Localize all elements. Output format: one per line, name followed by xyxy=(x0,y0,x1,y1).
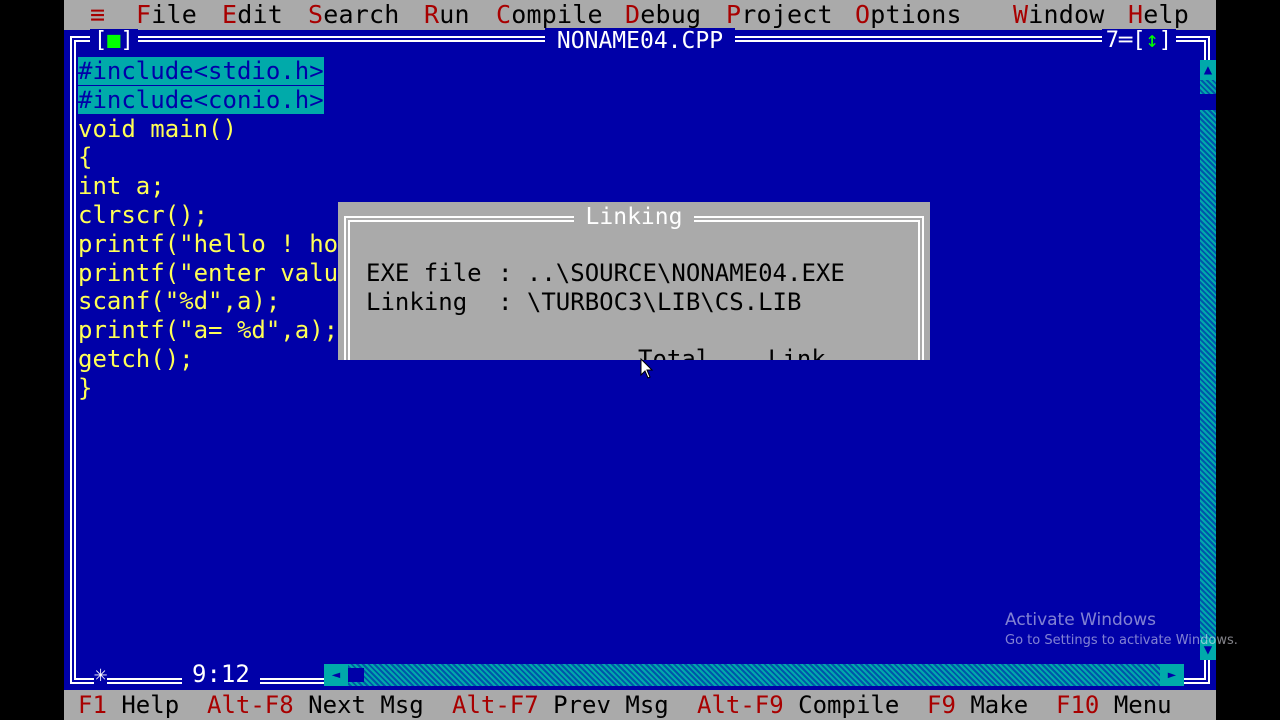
mouse-pointer-icon xyxy=(640,358,654,379)
linking-row: Linking: \TURBOC3\LIB\CS.LIB xyxy=(366,288,802,316)
modified-indicator-icon: ✳ xyxy=(94,662,108,687)
code-line: void main() xyxy=(78,114,237,143)
scroll-up-icon[interactable]: ▲ xyxy=(1200,60,1216,80)
code-line: } xyxy=(78,373,93,402)
menu-edit[interactable]: Edit xyxy=(222,0,283,30)
close-icon[interactable]: [■] xyxy=(90,29,138,53)
horizontal-scrollbar[interactable]: ◄ ► xyxy=(324,664,1184,686)
status-menu[interactable]: F10 Menu xyxy=(1056,690,1172,720)
activation-watermark: Activate Windows Go to Settings to activ… xyxy=(1005,609,1238,651)
menu-help[interactable]: Help xyxy=(1128,0,1189,30)
code-line: #include<conio.h> xyxy=(78,85,324,114)
link-column-header: Link xyxy=(768,345,826,360)
status-bar: F1 Help Alt-F8 Next Msg Alt-F7 Prev Msg … xyxy=(64,690,1216,720)
menu-window[interactable]: Window xyxy=(1013,0,1105,30)
scroll-right-icon[interactable]: ► xyxy=(1160,664,1184,686)
menu-search[interactable]: Search xyxy=(308,0,400,30)
scroll-thumb[interactable] xyxy=(1200,94,1216,110)
linking-dialog: Linking EXE file: ..\SOURCE\NONAME04.EXE… xyxy=(338,202,930,360)
code-line: #include<stdio.h> xyxy=(78,57,324,85)
code-line: int a; xyxy=(78,172,165,201)
code-editor[interactable]: #include<stdio.h> #include<conio.h> void… xyxy=(78,57,338,403)
menu-options[interactable]: Options xyxy=(855,0,962,30)
menu-project[interactable]: Project xyxy=(726,0,833,30)
window-number: 7═[↕] xyxy=(1101,28,1176,53)
code-line: printf("a= %d",a); xyxy=(78,316,339,345)
code-line: printf("enter valu xyxy=(78,258,339,287)
menu-run[interactable]: Run xyxy=(424,0,470,30)
status-next-msg[interactable]: Alt-F8 Next Msg xyxy=(207,690,424,720)
watermark-title: Activate Windows xyxy=(1005,610,1156,630)
status-compile[interactable]: Alt-F9 Compile xyxy=(697,690,899,720)
menu-debug[interactable]: Debug xyxy=(625,0,701,30)
status-help[interactable]: F1 Help xyxy=(78,690,179,720)
code-line: scanf("%d",a); xyxy=(78,287,281,316)
code-line: clrscr(); xyxy=(78,200,209,229)
menu-file[interactable]: File xyxy=(136,0,197,30)
cursor-position: 9:12 xyxy=(182,661,260,687)
scroll-thumb[interactable] xyxy=(348,668,364,682)
menu-compile[interactable]: Compile xyxy=(496,0,603,30)
scroll-left-icon[interactable]: ◄ xyxy=(324,664,348,686)
exe-file-row: EXE file: ..\SOURCE\NONAME04.EXE xyxy=(366,259,845,287)
menu-bar: ≡ File Edit Search Run Compile Debug Pro… xyxy=(64,0,1216,30)
code-line: getch(); xyxy=(78,344,194,373)
code-line: { xyxy=(78,143,93,172)
dialog-title: Linking xyxy=(338,204,930,230)
status-prev-msg[interactable]: Alt-F7 Prev Msg xyxy=(452,690,669,720)
status-make[interactable]: F9 Make xyxy=(927,690,1028,720)
system-menu-icon[interactable]: ≡ xyxy=(90,0,105,30)
code-line: printf("hello ! ho xyxy=(78,229,339,258)
zoom-icon[interactable]: ↕ xyxy=(1146,28,1159,53)
vertical-scrollbar[interactable]: ▲ ▼ xyxy=(1200,60,1216,660)
watermark-subtitle: Go to Settings to activate Windows. xyxy=(1005,633,1238,648)
